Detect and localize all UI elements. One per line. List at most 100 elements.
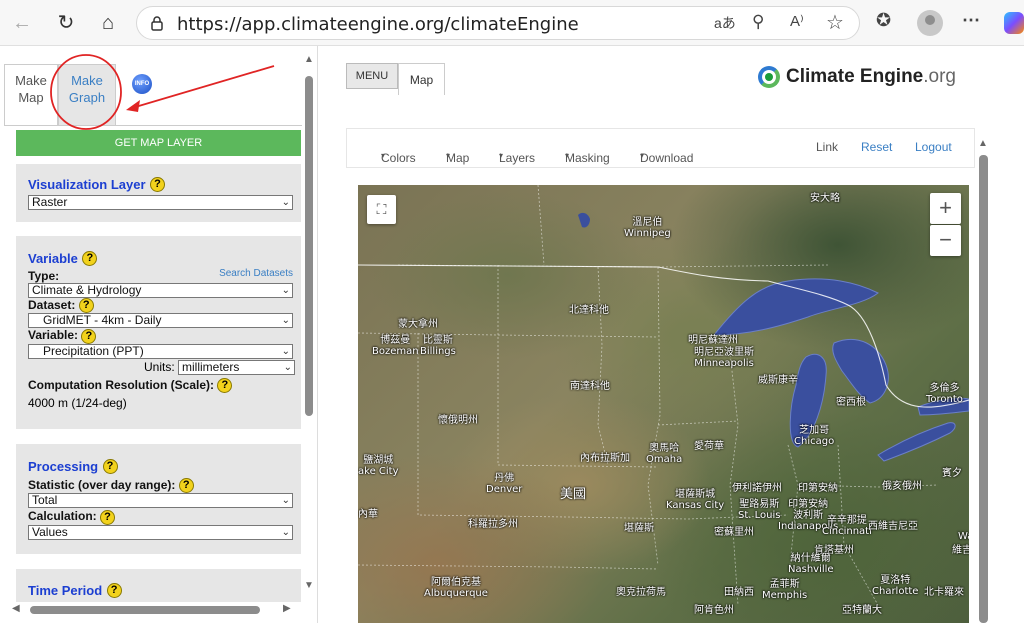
border-line [647,266,661,566]
help-icon[interactable]: ? [81,328,97,344]
climate-engine-logo: Climate Engine.org [758,66,956,96]
scroll-down-icon[interactable]: ▼ [304,580,314,591]
scroll-left-icon[interactable]: ◀ [12,603,20,614]
annotation-overlay [50,54,275,130]
variable-label-row: Variable: ? [28,328,293,344]
logout-button[interactable]: Logout [915,140,952,154]
map-label: 密西根 [836,397,866,408]
variable-value: Precipitation (PPT) [43,343,144,358]
map-label: 伊利諾伊州 [732,483,782,494]
statistic-value: Total [32,493,58,508]
back-icon[interactable]: ← [8,9,36,37]
map-label: 西維吉尼亞 [868,521,918,532]
resolution-label: Computation Resolution (Scale): [28,377,214,392]
chevron-down-icon: ⌄ [281,526,290,538]
scroll-up-icon[interactable]: ▲ [304,54,314,65]
left-vertical-scroll-thumb[interactable] [305,76,313,416]
satellite-map[interactable]: ⛶ + − 安大略 溫尼伯 Winnipeg 北達科他 蒙大拿州 博茲曼 Bozeman… [358,185,969,623]
profile-avatar[interactable] [917,10,943,36]
map-label: 內布拉斯加 [580,453,630,464]
calculation-value: Values [32,524,68,539]
map-label: 明尼亞波里斯 Minneapolis [694,347,754,369]
menu-button[interactable]: MENU [346,63,398,89]
reset-button[interactable]: Reset [861,140,892,154]
browser-toolbar: ← ↻ ⌂ https://app.climateengine.org/clim… [0,0,1024,46]
map-label: 安大略 [810,193,840,204]
units-value: millimeters [182,359,240,374]
download-label: Download [640,151,694,165]
visualization-section: Visualization Layer ? Raster ⌄ [16,164,301,222]
left-horizontal-scroll-thumb[interactable] [30,606,260,614]
map-label: 孟菲斯 Memphis [762,579,808,601]
dataset-select[interactable]: GridMET - 4km - Daily ⌄ [28,313,293,329]
zoom-out-button[interactable]: − [930,225,961,256]
lake-erie [877,422,956,462]
masking-label: Masking [565,151,610,165]
map-label: 奧馬哈 Omaha [646,443,683,465]
help-icon[interactable]: ? [178,478,194,494]
translate-icon[interactable]: aあ [714,13,736,33]
map-label: 鹽湖城 ake City [358,455,399,477]
map-label: 南達科他 [570,381,610,392]
map-label: 賓夕 [942,468,962,479]
help-icon[interactable]: ? [149,177,165,193]
map-label: 多倫多 Toronto [926,383,963,405]
more-icon[interactable]: ⋯ [962,10,980,31]
read-aloud-icon[interactable]: A⁾ [790,12,804,30]
border-line [597,266,609,466]
logo-text: Climate Engine [786,66,924,87]
copilot-icon[interactable] [1004,12,1024,34]
variable-select[interactable]: Precipitation (PPT) ⌄ [28,343,293,359]
map-label: 明尼蘇達州 [688,335,738,346]
help-icon[interactable]: ? [78,298,94,314]
statistic-select[interactable]: Total ⌄ [28,493,293,509]
map-label: 俄亥俄州 [882,481,922,492]
help-icon[interactable]: ? [102,459,118,475]
visualization-select[interactable]: Raster ⌄ [28,195,293,210]
map-label: 聖路易斯 St. Louis [738,499,781,521]
border-line [657,420,739,426]
fullscreen-button[interactable]: ⛶ [367,195,396,224]
help-icon[interactable]: ? [100,509,116,525]
help-icon[interactable]: ? [217,377,233,393]
map-label: Wa [958,531,969,542]
search-datasets-link[interactable]: Search Datasets [219,268,293,279]
border-line [497,265,659,468]
type-select[interactable]: Climate & Hydrology ⌄ [28,283,293,298]
zoom-in-button[interactable]: + [930,193,961,224]
visualization-title: Visualization Layer [28,177,146,192]
refresh-icon[interactable]: ↻ [52,9,80,37]
link-button[interactable]: Link [816,140,838,154]
units-label: Units: [144,359,175,374]
chevron-down-icon: ⌄ [281,197,290,208]
help-icon[interactable]: ? [82,251,98,267]
time-period-title: Time Period [28,583,103,598]
calculation-label: Calculation: [28,509,97,524]
favorite-star-icon[interactable]: ☆ [826,10,844,35]
map-label: 北達科他 [569,305,609,316]
help-icon[interactable]: ? [106,583,122,599]
map-label: 維吉尼 [952,545,969,556]
map-label: 愛荷華 [694,441,724,452]
annotation-circle [50,54,122,130]
dataset-label-row: Dataset: ? [28,298,293,314]
tab-map[interactable]: Map [398,63,445,95]
map-label: 辛辛那提 Cincinnati [822,515,872,537]
caret-icon: ▾ [640,151,645,160]
caret-icon: ▾ [499,151,504,160]
home-icon[interactable]: ⌂ [94,9,122,37]
map-overlay-shapes [358,185,969,606]
map-label: 堪薩斯 [624,523,654,534]
map-label: 田納西 [724,587,754,598]
zoom-icon[interactable]: ⚲ [752,12,764,32]
units-select[interactable]: millimeters ⌄ [178,359,295,375]
colors-label: Colors [381,151,416,165]
scroll-right-icon[interactable]: ▶ [283,603,291,614]
right-vertical-scroll-thumb[interactable] [979,155,988,623]
map-label: 科羅拉多州 [468,519,518,530]
layers-label: Layers [499,151,536,165]
calculation-select[interactable]: Values ⌄ [28,524,293,540]
favorites-icon[interactable]: ✪ [876,10,891,31]
variable-title: Variable [28,251,78,266]
map-scroll-up-icon[interactable]: ▲ [978,138,988,149]
